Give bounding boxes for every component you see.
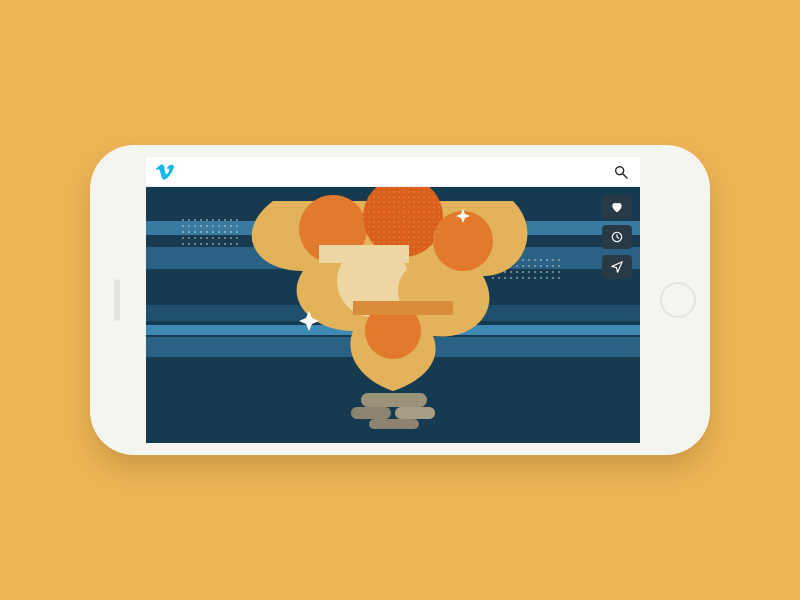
- paper-plane-icon: [610, 260, 624, 274]
- phone-speaker: [114, 279, 120, 321]
- vimeo-logo[interactable]: [154, 162, 176, 182]
- campfire-illustration: [213, 187, 573, 431]
- share-button[interactable]: [602, 255, 632, 279]
- phone-device-frame: [90, 145, 710, 455]
- video-player-area[interactable]: [146, 187, 640, 443]
- video-action-stack: [602, 195, 632, 279]
- watch-later-button[interactable]: [602, 225, 632, 249]
- screen: [146, 157, 640, 443]
- clock-icon: [610, 230, 624, 244]
- phone-home-button[interactable]: [660, 282, 696, 318]
- top-bar: [146, 157, 640, 187]
- heart-icon: [610, 200, 624, 214]
- like-button[interactable]: [602, 195, 632, 219]
- search-icon[interactable]: [610, 161, 632, 183]
